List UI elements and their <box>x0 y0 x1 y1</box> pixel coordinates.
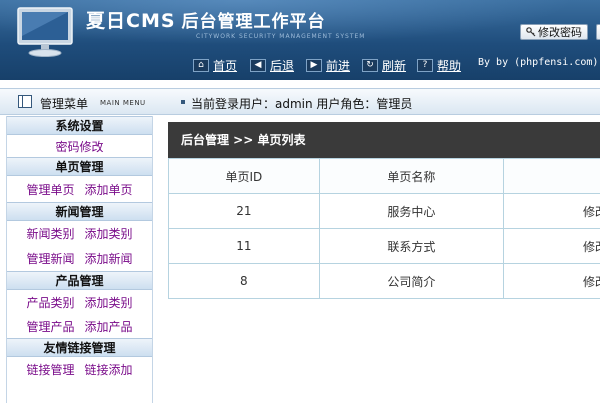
main-content: 后台管理 >> 单页列表 单页ID 单页名称 21 服务中心 修改 11 联系方… <box>168 122 600 300</box>
nav-back[interactable]: ◀ 后退 <box>250 57 294 73</box>
brand-name: 夏日CMS <box>86 10 176 32</box>
help-icon: ? <box>417 58 433 72</box>
cell-id: 11 <box>168 228 320 264</box>
header-extra-button[interactable] <box>596 24 600 40</box>
sidebar-section-products: 产品管理 产品类别 添加类别 管理产品 添加产品 <box>7 271 152 338</box>
nav-help-label: 帮助 <box>437 58 462 73</box>
forward-arrow-icon: ▶ <box>306 58 322 72</box>
app-header: 夏日CMS 后台管理工作平台 CITYWORK SECURITY MANAGEME… <box>0 0 600 80</box>
cell-id: 21 <box>168 193 320 229</box>
monitor-logo-icon <box>17 7 73 57</box>
sidebar-row: 链接管理 链接添加 <box>7 357 152 381</box>
sidebar-link-add-product[interactable]: 添加产品 <box>85 318 133 335</box>
sidebar-row: 管理产品 添加产品 <box>7 314 152 338</box>
sidebar-section-news: 新闻管理 新闻类别 添加类别 管理新闻 添加新闻 <box>7 202 152 271</box>
sidebar-link-manage-links[interactable]: 链接管理 <box>26 361 74 378</box>
nav-home[interactable]: ⌂ 首页 <box>193 57 237 73</box>
edit-link[interactable]: 修改 <box>503 193 600 229</box>
menu-title: 管理菜单 <box>40 97 89 111</box>
table-row: 8 公司简介 修改 <box>168 263 600 299</box>
sidebar-row: 管理单页 添加单页 <box>7 176 152 202</box>
sidebar-row: 新闻类别 添加类别 <box>7 221 152 245</box>
sub-bar: 管理菜单 MAIN MENU 当前登录用户：admin 用户角色：管理员 <box>0 88 600 115</box>
nav-help[interactable]: ? 帮助 <box>417 57 461 73</box>
sidebar-row: 管理新闻 添加新闻 <box>7 245 152 271</box>
edit-link[interactable]: 修改 <box>503 228 600 264</box>
home-icon: ⌂ <box>193 58 209 72</box>
sidebar-row: 产品类别 添加类别 <box>7 290 152 314</box>
sidebar-link-manage-news[interactable]: 管理新闻 <box>26 250 74 267</box>
refresh-icon: ↻ <box>362 58 378 72</box>
sidebar-section-title[interactable]: 产品管理 <box>7 271 152 290</box>
nav-back-label: 后退 <box>270 58 295 73</box>
sidebar-section-title[interactable]: 新闻管理 <box>7 202 152 221</box>
edit-link[interactable]: 修改 <box>503 263 600 299</box>
sidebar-row: 密码修改 <box>7 135 152 157</box>
bullet-icon <box>181 100 185 104</box>
cell-name: 公司简介 <box>318 263 505 299</box>
page-list-table: 单页ID 单页名称 21 服务中心 修改 11 联系方式 修改 8 公司简介 修… <box>168 158 600 299</box>
nav-forward[interactable]: ▶ 前进 <box>306 57 350 73</box>
sidebar-section-pages: 单页管理 管理单页 添加单页 <box>7 157 152 202</box>
sidebar-link-add-product-category[interactable]: 添加类别 <box>85 294 133 311</box>
nav-forward-label: 前进 <box>326 58 351 73</box>
sidebar-link-news-category[interactable]: 新闻类别 <box>26 225 74 242</box>
nav-home-label: 首页 <box>213 58 238 73</box>
menu-panel-icon[interactable] <box>18 95 32 108</box>
sidebar-link-add-category[interactable]: 添加类别 <box>85 225 133 242</box>
menu-title-en: MAIN MENU <box>100 99 146 107</box>
cell-name: 服务中心 <box>318 193 505 229</box>
platform-title: 后台管理工作平台 <box>181 12 326 32</box>
sidebar-link-product-category[interactable]: 产品类别 <box>26 294 74 311</box>
table-header-row: 单页ID 单页名称 <box>168 158 600 194</box>
key-icon <box>526 27 536 37</box>
sidebar-link-add-page[interactable]: 添加单页 <box>85 181 133 198</box>
sidebar-link-manage-products[interactable]: 管理产品 <box>26 318 74 335</box>
sidebar-link-add-news[interactable]: 添加新闻 <box>85 250 133 267</box>
column-header-actions <box>503 158 600 194</box>
sidebar-link-manage-pages[interactable]: 管理单页 <box>26 181 74 198</box>
app-tagline: CITYWORK SECURITY MANAGEMENT SYSTEM <box>196 33 366 40</box>
column-header-id: 单页ID <box>168 158 320 194</box>
back-arrow-icon: ◀ <box>250 58 266 72</box>
cell-id: 8 <box>168 263 320 299</box>
by-link[interactable]: By by (phpfensi.com) <box>478 57 598 68</box>
app-title: 夏日CMS 后台管理工作平台 <box>86 6 326 33</box>
table-row: 21 服务中心 修改 <box>168 193 600 229</box>
nav-refresh[interactable]: ↻ 刷新 <box>362 57 406 73</box>
sidebar-link-change-password[interactable]: 密码修改 <box>55 138 103 155</box>
sidebar-section-title[interactable]: 单页管理 <box>7 157 152 176</box>
sidebar-section-title[interactable]: 友情链接管理 <box>7 338 152 357</box>
column-header-name: 单页名称 <box>318 158 505 194</box>
change-password-label: 修改密码 <box>538 26 582 39</box>
current-user-info: 当前登录用户：admin 用户角色：管理员 <box>191 97 413 111</box>
sidebar-menu: 系统设置 密码修改 单页管理 管理单页 添加单页 新闻管理 新闻类别 添加类别 … <box>6 116 153 403</box>
table-row: 11 联系方式 修改 <box>168 228 600 264</box>
breadcrumb: 后台管理 >> 单页列表 <box>168 122 600 158</box>
cell-name: 联系方式 <box>318 228 505 264</box>
sidebar-section-links: 友情链接管理 链接管理 链接添加 <box>7 338 152 381</box>
change-password-button[interactable]: 修改密码 <box>520 24 588 40</box>
sidebar-link-add-link[interactable]: 链接添加 <box>85 361 133 378</box>
sidebar-section-system: 系统设置 密码修改 <box>7 116 152 157</box>
sidebar-section-title[interactable]: 系统设置 <box>7 116 152 135</box>
nav-refresh-label: 刷新 <box>382 58 407 73</box>
